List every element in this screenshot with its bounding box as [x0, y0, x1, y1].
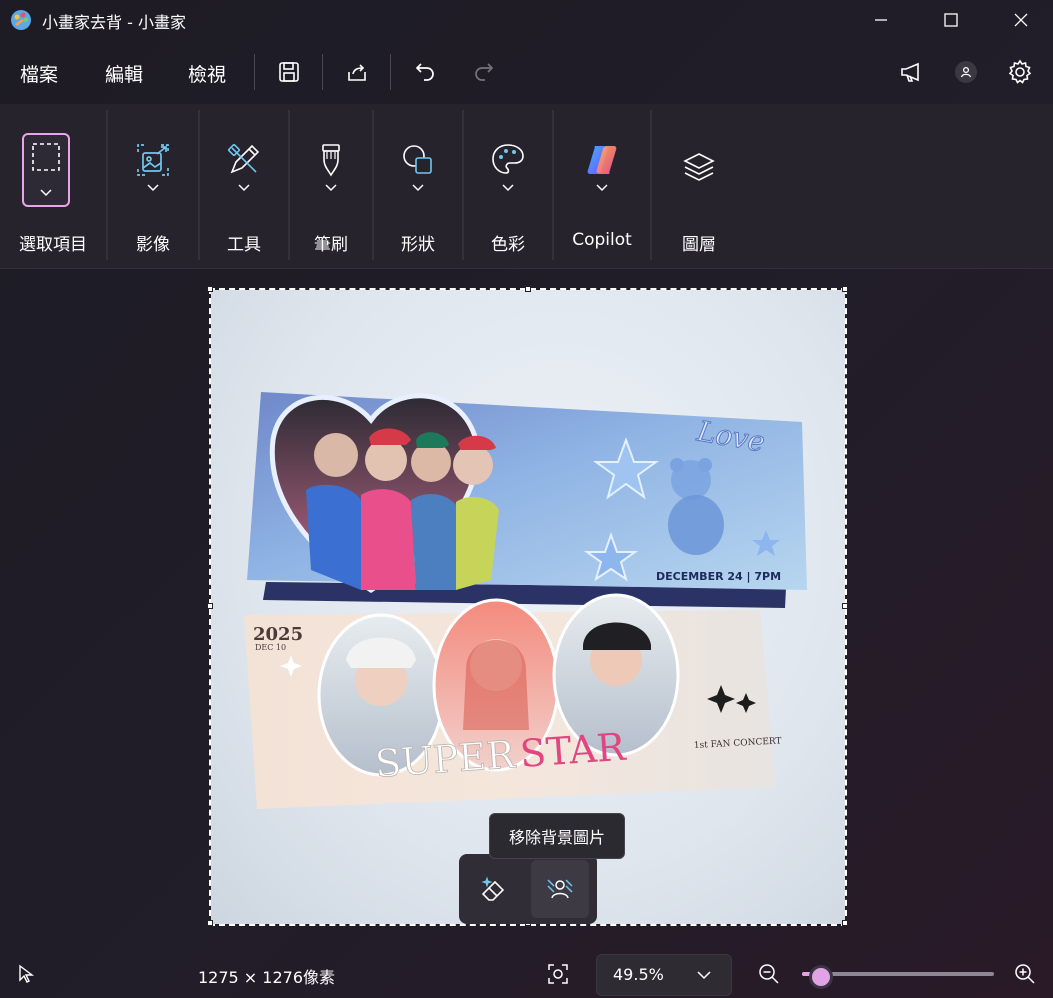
- chevron-down-icon: [596, 184, 608, 192]
- zoom-slider-thumb[interactable]: [809, 965, 833, 989]
- announcement-icon: [901, 62, 919, 82]
- generative-erase-button[interactable]: [465, 860, 523, 918]
- ribbon-group-selection[interactable]: 選取項目: [0, 104, 106, 268]
- resize-handle-bottom-right[interactable]: [842, 920, 848, 926]
- redo-button[interactable]: [466, 54, 502, 90]
- account-icon: [955, 61, 977, 83]
- copilot-icon: [587, 146, 617, 174]
- ticket-bottom-date: DEC 10: [255, 643, 286, 652]
- zoom-in-icon[interactable]: [1013, 962, 1037, 986]
- ribbon-label-selection: 選取項目: [19, 235, 87, 255]
- menu-view[interactable]: 檢視: [188, 60, 226, 87]
- undo-icon: [415, 63, 434, 81]
- menu-divider: [390, 54, 391, 90]
- undo-button[interactable]: [407, 54, 443, 90]
- ticket-bottom-title-part2: STAR: [519, 725, 629, 776]
- ribbon-group-image[interactable]: 影像: [108, 104, 198, 268]
- paint-palette-icon: [11, 10, 31, 30]
- paint-window: 小畫家去背 - 小畫家 檔案 編輯 檢視 選取項目 影像 工具 筆刷 形狀 色彩…: [0, 0, 1053, 998]
- selection-context-toolbar: [459, 854, 597, 924]
- remove-background-button[interactable]: [531, 860, 589, 918]
- ribbon-label-colors: 色彩: [491, 235, 525, 255]
- minimize-button[interactable]: [846, 0, 916, 40]
- ribbon-label-copilot: Copilot: [572, 230, 632, 250]
- shapes-icon: [403, 145, 432, 174]
- ribbon-group-colors[interactable]: 色彩: [464, 104, 552, 268]
- maximize-icon: [944, 13, 958, 27]
- chevron-down-icon: [412, 184, 424, 192]
- rectangle-select-icon: [32, 143, 60, 171]
- settings-button[interactable]: [1002, 54, 1038, 90]
- window-title: 小畫家去背 - 小畫家: [42, 13, 186, 32]
- announcements-button[interactable]: [894, 54, 930, 90]
- ribbon-group-brushes[interactable]: 筆刷: [290, 104, 372, 268]
- ribbon-label-tools: 工具: [227, 235, 261, 255]
- title-bar: 小畫家去背 - 小畫家: [0, 0, 1053, 40]
- share-icon: [348, 64, 366, 81]
- ticket-bottom-year: 2025: [253, 624, 303, 645]
- chevron-down-icon: [238, 184, 250, 192]
- menu-divider: [254, 54, 255, 90]
- chevron-down-icon: [147, 184, 159, 192]
- resize-handle-top-left[interactable]: [207, 286, 213, 292]
- ribbon-group-shapes[interactable]: 形狀: [374, 104, 462, 268]
- zoom-value: 49.5%: [613, 965, 664, 984]
- menu-divider: [322, 54, 323, 90]
- close-icon: [1014, 13, 1028, 27]
- save-button[interactable]: [271, 54, 307, 90]
- fit-to-window-icon[interactable]: [546, 962, 570, 986]
- ribbon-group-layers[interactable]: 圖層: [652, 104, 746, 268]
- ticket-top-date-text: DECEMBER 24 | 7PM: [656, 570, 781, 583]
- zoom-dropdown[interactable]: 49.5%: [596, 954, 732, 996]
- menu-bar: 檔案 編輯 檢視: [0, 40, 1053, 104]
- pointer-icon: [19, 964, 35, 983]
- chevron-down-icon: [325, 184, 337, 192]
- tools-icon: [227, 143, 260, 174]
- brush-icon: [322, 144, 340, 177]
- remove-background-icon: [547, 879, 573, 899]
- ribbon-group-tools[interactable]: 工具: [200, 104, 288, 268]
- save-icon: [279, 62, 299, 82]
- generative-erase-icon: [481, 876, 505, 901]
- settings-icon: [1008, 59, 1032, 84]
- redo-icon: [475, 63, 494, 81]
- resize-handle-top[interactable]: [525, 286, 531, 292]
- ribbon-toolbar: 選取項目 影像 工具 筆刷 形狀 色彩 Copilot 圖層: [0, 104, 1053, 269]
- group-figures: [306, 428, 499, 590]
- ribbon-label-layers: 圖層: [682, 235, 716, 255]
- minimize-icon: [875, 19, 887, 21]
- resize-handle-bottom-left[interactable]: [207, 920, 213, 926]
- share-button[interactable]: [339, 54, 375, 90]
- resize-handle-right[interactable]: [842, 603, 848, 609]
- ribbon-label-shapes: 形狀: [401, 235, 435, 255]
- close-button[interactable]: [986, 0, 1053, 40]
- layers-icon: [683, 153, 715, 181]
- tooltip-remove-background: 移除背景圖片: [489, 813, 625, 859]
- ribbon-label-image: 影像: [136, 235, 170, 255]
- chevron-down-icon: [40, 189, 52, 197]
- zoom-out-icon[interactable]: [757, 962, 781, 986]
- menu-file[interactable]: 檔案: [20, 60, 58, 87]
- maximize-button[interactable]: [916, 0, 986, 40]
- menu-edit[interactable]: 編輯: [105, 60, 143, 87]
- image-size-readout: 1275 × 1276像素: [198, 968, 336, 987]
- image-icon: [137, 144, 169, 176]
- resize-handle-top-right[interactable]: [842, 286, 848, 292]
- chevron-down-icon: [502, 184, 514, 192]
- selection-tool-button[interactable]: [22, 133, 70, 207]
- resize-handle-left[interactable]: [207, 603, 213, 609]
- ribbon-label-brushes: 筆刷: [314, 235, 348, 255]
- status-bar: 1275 × 1276像素 49.5%: [0, 946, 1053, 998]
- chevron-down-icon: [697, 971, 711, 980]
- account-button[interactable]: [948, 54, 984, 90]
- ribbon-group-copilot[interactable]: Copilot: [554, 104, 650, 268]
- color-palette-icon: [492, 144, 524, 174]
